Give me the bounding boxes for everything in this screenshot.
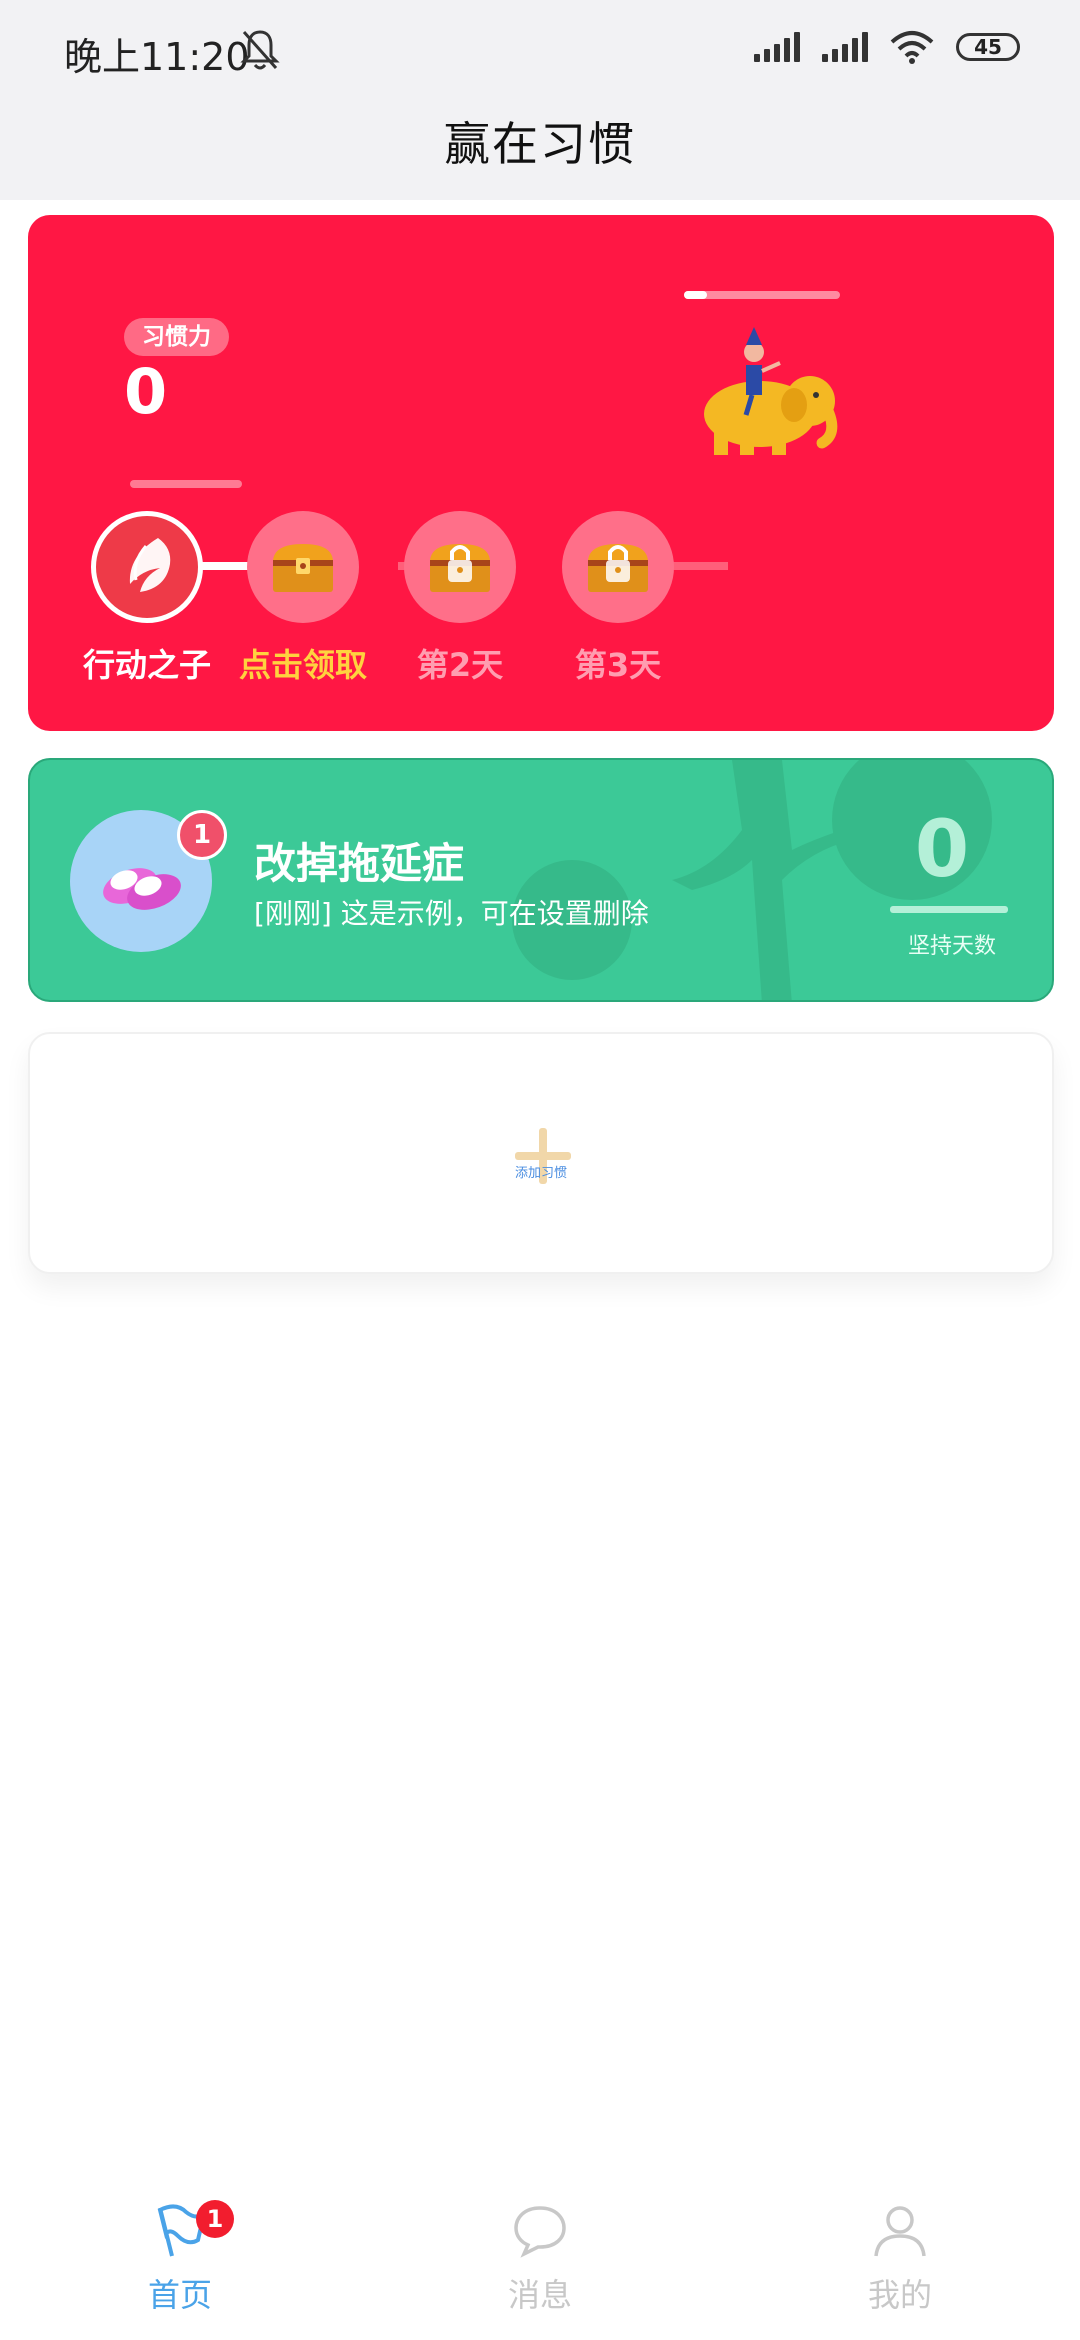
elephant-rider-icon bbox=[704, 327, 838, 455]
nav-item-home[interactable]: 1 首页 bbox=[80, 2200, 280, 2316]
nav-item-messages[interactable]: 消息 bbox=[440, 2200, 640, 2316]
bottom-nav: 1 首页 消息 我的 bbox=[0, 2180, 1080, 2340]
milestone-label: 第3天 bbox=[574, 646, 662, 684]
streak-bar bbox=[890, 906, 1008, 913]
milestone-node-unlocked[interactable] bbox=[91, 511, 203, 623]
page-title: 赢在习惯 bbox=[444, 117, 636, 171]
mute-bell-icon bbox=[240, 30, 280, 70]
streak-days-label: 坚持天数 bbox=[907, 934, 996, 959]
nav-badge: 1 bbox=[196, 2200, 234, 2238]
habit-power-bar bbox=[130, 480, 242, 488]
habit-title: 改掉拖延症 bbox=[254, 839, 465, 888]
habit-power-value: 0 bbox=[124, 355, 168, 428]
plus-icon-bar bbox=[515, 1152, 571, 1160]
flame-leaf-icon bbox=[129, 538, 171, 592]
locked-chest-icon bbox=[588, 544, 648, 592]
user-icon bbox=[874, 2206, 926, 2257]
habit-subtitle: [刚刚] 这是示例，可在设置删除 bbox=[254, 897, 649, 930]
treasure-chest-icon bbox=[273, 544, 333, 592]
milestone-node-claim[interactable] bbox=[247, 511, 359, 623]
streak-days-value: 0 bbox=[914, 805, 970, 895]
wifi-icon bbox=[890, 31, 934, 64]
level-progress-fill bbox=[684, 291, 708, 299]
status-indicators: 45 bbox=[754, 30, 1020, 64]
locked-chest-icon bbox=[430, 544, 490, 592]
signal-icon bbox=[754, 32, 800, 62]
milestone-node-locked[interactable] bbox=[404, 511, 516, 623]
nav-item-profile[interactable]: 我的 bbox=[800, 2200, 1000, 2316]
battery-icon: 45 bbox=[956, 33, 1020, 61]
habit-power-card[interactable]: 习惯力 0 行动之子 点击领取 第2天 第3天 bbox=[28, 215, 1054, 731]
milestone-node-locked[interactable] bbox=[562, 511, 674, 623]
habit-notification-badge: 1 bbox=[177, 810, 227, 860]
chat-bubble-icon bbox=[514, 2206, 566, 2258]
level-progress-bar bbox=[684, 291, 840, 299]
habit-item-card[interactable]: 1 改掉拖延症 [刚刚] 这是示例，可在设置删除 0 坚持天数 bbox=[28, 758, 1054, 1002]
nav-label: 消息 bbox=[507, 2276, 572, 2314]
slippers-icon bbox=[103, 868, 181, 910]
signal-icon bbox=[822, 32, 868, 62]
status-time: 晚上11:20 bbox=[64, 35, 250, 79]
top-bar: 晚上11:20 45 赢在习惯 bbox=[0, 0, 1080, 200]
add-habit-label: 添加习惯 bbox=[514, 1166, 567, 1181]
add-habit-card[interactable]: 添加习惯 bbox=[28, 1032, 1054, 1274]
nav-label: 我的 bbox=[867, 2276, 932, 2314]
habit-power-badge: 习惯力 bbox=[124, 318, 229, 356]
nav-label: 首页 bbox=[147, 2276, 212, 2314]
